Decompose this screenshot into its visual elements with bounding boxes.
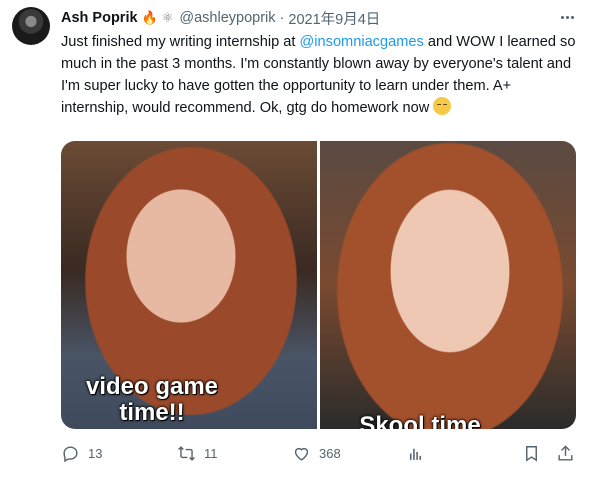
mention-link[interactable]: @insomniacgames [299,34,423,50]
tweet-text: Just finished my writing internship at @… [61,31,576,119]
share-button[interactable] [556,441,575,465]
separator-dot: · [279,10,285,26]
tweet-header: Ash Poprik 🔥 ⚛ @ashleypoprik · 2021年9月4日 [61,8,380,29]
analytics-button[interactable] [406,441,425,465]
retweet-icon [178,445,195,461]
pensive-face-emoji-icon [433,97,452,115]
photo-serious[interactable]: Skool time [320,141,576,429]
right-photo-caption: Skool time [359,412,481,430]
reply-icon [63,445,78,462]
action-bar: 13 11 368 [61,441,579,465]
left-photo-caption: video game time!! [85,373,219,426]
retweet-button[interactable]: 11 [177,441,218,465]
like-count: 368 [319,445,341,461]
reply-button[interactable]: 13 [61,441,102,465]
bookmark-button[interactable] [522,441,541,465]
reply-count: 13 [88,445,103,461]
retweet-count: 11 [204,445,218,461]
media-grid: video game time!! Skool time [61,141,576,429]
more-options-icon[interactable] [556,8,578,26]
analytics-icon [409,448,422,460]
bookmark-icon [526,445,537,462]
share-icon [558,444,573,461]
author-name[interactable]: Ash Poprik [61,10,138,26]
heart-icon [294,447,309,461]
like-button[interactable]: 368 [292,441,341,465]
avatar[interactable] [12,7,50,45]
fire-emoji-icon: 🔥 [141,10,158,25]
author-handle[interactable]: @ashleypoprik [179,10,275,26]
photo-smiling[interactable]: video game time!! [61,141,317,429]
tweet-date[interactable]: 2021年9月4日 [288,8,380,29]
tweet-text-part1: Just finished my writing internship at [61,34,300,50]
atom-emoji-icon: ⚛ [161,10,174,25]
